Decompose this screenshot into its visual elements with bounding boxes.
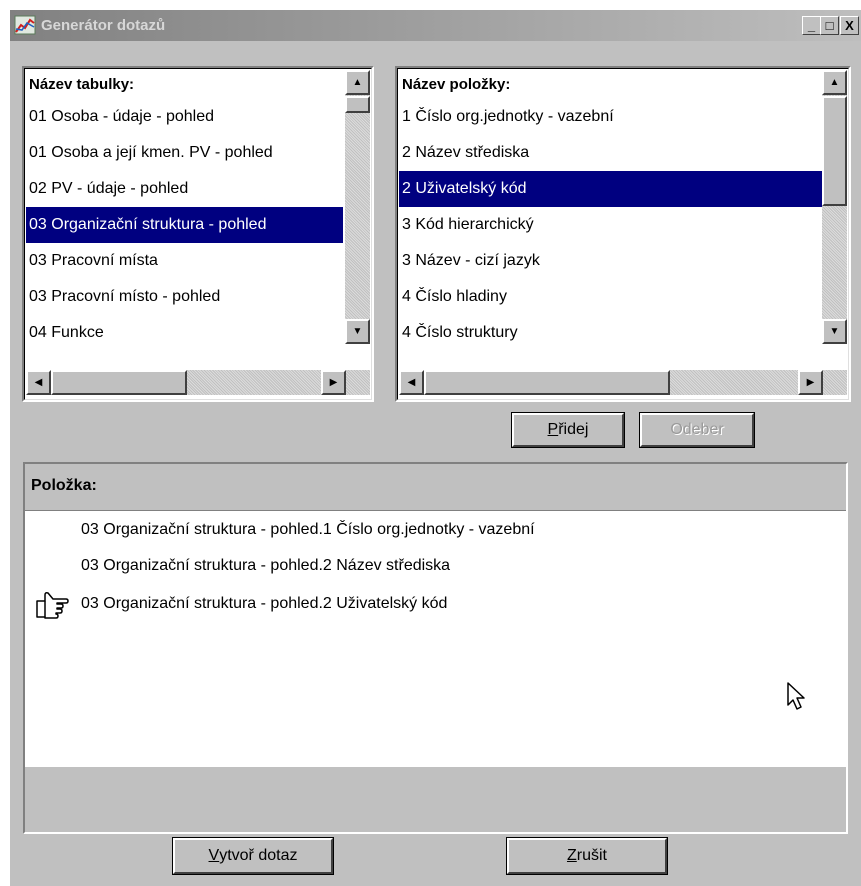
tables-list-header: Název tabulky: — [29, 76, 135, 93]
table-item[interactable]: 01 Osoba - údaje - pohled — [26, 99, 343, 135]
selected-items-header: Položka: — [25, 464, 846, 511]
arrow-right-icon[interactable]: ▶ — [798, 370, 823, 395]
fields-vertical-scrollbar[interactable]: ▲ ▼ — [822, 70, 847, 344]
create-query-label: ytvoř dotaz — [219, 847, 298, 864]
create-query-mnemonic: V — [208, 847, 220, 864]
field-item[interactable]: 3 Název - cizí jazyk — [399, 243, 822, 279]
field-item[interactable]: 2 Název střediska — [399, 135, 822, 171]
app-icon — [14, 15, 36, 35]
add-button[interactable]: Přidej — [511, 412, 625, 448]
cancel-mnemonic: Z — [566, 847, 577, 864]
field-item-selected[interactable]: 2 Uživatelský kód — [399, 171, 822, 207]
tables-hscroll-thumb[interactable] — [51, 370, 187, 395]
fields-list-header: Název položky: — [402, 76, 511, 93]
arrow-down-icon[interactable]: ▼ — [345, 319, 370, 344]
selected-item-current[interactable]: 03 Organizační struktura - pohled.2 Uživ… — [81, 595, 447, 613]
add-button-mnemonic: P — [547, 421, 559, 438]
field-item[interactable]: 1 Číslo org.jednotky - vazební — [399, 99, 822, 135]
tables-horizontal-scrollbar[interactable]: ◀ ▶ — [26, 370, 370, 395]
pointing-hand-icon — [36, 592, 69, 619]
selected-item[interactable]: 03 Organizační struktura - pohled.2 Náze… — [81, 557, 450, 575]
table-item[interactable]: 03 Pracovní místo - pohled — [26, 279, 343, 315]
arrow-down-icon[interactable]: ▼ — [822, 319, 847, 344]
table-item-selected[interactable]: 03 Organizační struktura - pohled — [26, 207, 343, 243]
field-item[interactable]: 4 Číslo struktury — [399, 315, 822, 351]
fields-hscroll-thumb[interactable] — [424, 370, 670, 395]
field-item[interactable]: 3 Kód hierarchický — [399, 207, 822, 243]
remove-button-label: Odeber — [670, 421, 724, 438]
fields-horizontal-scrollbar[interactable]: ◀ ▶ — [399, 370, 847, 395]
minimize-button[interactable]: _ — [802, 16, 821, 35]
maximize-button[interactable]: □ — [820, 16, 839, 35]
add-button-label: řidej — [558, 421, 589, 438]
remove-button[interactable]: Odeber — [639, 412, 755, 448]
arrow-right-icon[interactable]: ▶ — [321, 370, 346, 395]
fields-vscroll-thumb[interactable] — [822, 96, 847, 206]
table-item[interactable]: 03 Pracovní místa — [26, 243, 343, 279]
selected-items-panel: Položka: 03 Organizační struktura - pohl… — [23, 462, 848, 834]
selected-item[interactable]: 03 Organizační struktura - pohled.1 Čísl… — [81, 521, 535, 539]
title-bar[interactable]: Generátor dotazů _ □ X — [10, 10, 861, 41]
table-item[interactable]: 01 Osoba a její kmen. PV - pohled — [26, 135, 343, 171]
mouse-cursor-icon — [787, 682, 805, 710]
fields-listbox[interactable]: Název položky: 1 Číslo org.jednotky - va… — [395, 66, 851, 402]
cancel-label: rušit — [576, 847, 607, 864]
arrow-left-icon[interactable]: ◀ — [26, 370, 51, 395]
tables-vscroll-thumb[interactable] — [345, 96, 370, 113]
cancel-button[interactable]: Zrušit — [506, 837, 668, 875]
tables-vertical-scrollbar[interactable]: ▲ ▼ — [345, 70, 370, 344]
create-query-button[interactable]: Vytvoř dotaz — [172, 837, 334, 875]
arrow-left-icon[interactable]: ◀ — [399, 370, 424, 395]
field-item[interactable]: 4 Číslo hladiny — [399, 279, 822, 315]
tables-listbox[interactable]: Název tabulky: 01 Osoba - údaje - pohled… — [22, 66, 374, 402]
query-generator-window: Generátor dotazů _ □ X Název tabulky: 01… — [10, 10, 861, 886]
arrow-up-icon[interactable]: ▲ — [345, 70, 370, 95]
close-button[interactable]: X — [840, 16, 859, 35]
window-title: Generátor dotazů — [41, 17, 166, 34]
arrow-up-icon[interactable]: ▲ — [822, 70, 847, 95]
selected-items-list[interactable]: 03 Organizační struktura - pohled.1 Čísl… — [25, 511, 846, 767]
table-item[interactable]: 04 Funkce — [26, 315, 343, 351]
table-item[interactable]: 02 PV - údaje - pohled — [26, 171, 343, 207]
